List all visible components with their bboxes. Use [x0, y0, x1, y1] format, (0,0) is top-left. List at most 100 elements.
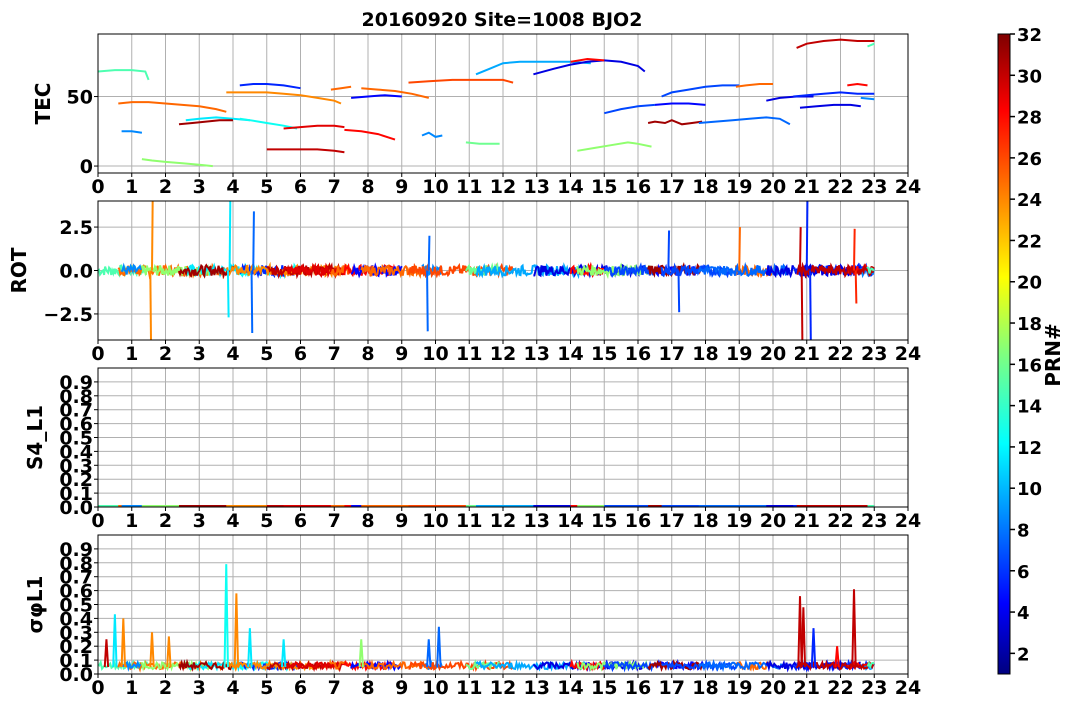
- x-tick-label: 11: [456, 176, 482, 198]
- x-tick-label: 4: [226, 176, 239, 198]
- x-tick-label: 10: [422, 677, 448, 699]
- tec-series-prn-28: [344, 128, 396, 141]
- rot-spike: [800, 270, 804, 340]
- tec-series-prn-25: [735, 83, 773, 88]
- tec-series-prn-31: [647, 119, 703, 126]
- x-tick-label: 6: [294, 510, 307, 532]
- tec-series-prn-28: [847, 82, 868, 87]
- x-tick-label: 9: [395, 677, 408, 699]
- x-tick-label: 16: [625, 510, 651, 532]
- x-tick-label: 9: [395, 343, 408, 365]
- tec-series-prn-6: [239, 83, 301, 90]
- x-tick-label: 19: [726, 343, 752, 365]
- panel-4: 0 1 2 3 4 5 6 7 8 9 10 11 12 13 14 15 16 17 18 19 20 21 22 23 24…: [23, 534, 921, 699]
- rot-spike: [854, 270, 858, 304]
- colorbar-label: PRN#: [1041, 323, 1065, 387]
- x-tick-label: 5: [260, 510, 273, 532]
- colorbar-tick-label: 14: [1017, 397, 1042, 418]
- rot-spike: [677, 270, 681, 313]
- tec-series-prn-15: [867, 42, 875, 48]
- x-tick-label: 14: [557, 176, 583, 198]
- x-tick-label: 23: [861, 343, 887, 365]
- tec-series-prn-17: [577, 141, 652, 152]
- tec-series-prn-25: [118, 101, 227, 113]
- x-tick-label: 12: [490, 510, 516, 532]
- sigma-spike: [103, 639, 110, 668]
- x-tick-label: 12: [490, 176, 516, 198]
- x-tick-label: 18: [692, 510, 718, 532]
- x-tick-label: 22: [827, 176, 853, 198]
- rot-spike: [228, 201, 232, 271]
- tec-series-prn-4: [799, 103, 861, 109]
- tec-series-prn-17: [141, 158, 213, 168]
- panels: 0 1 2 3 4 5 6 7 8 9 10 11 12 13 14 15 16 17 18 19 20 21 22 23 24…: [7, 33, 921, 699]
- y-tick-label: 0.9: [59, 539, 93, 561]
- x-tick-label: 22: [827, 343, 853, 365]
- x-tick-label: 4: [226, 510, 239, 532]
- x-tick-label: 9: [395, 510, 408, 532]
- x-tick-label: 19: [726, 677, 752, 699]
- x-tick-label: 14: [557, 677, 583, 699]
- y-axis-label: S4_L1: [23, 405, 47, 470]
- tec-series-prn-7: [604, 103, 655, 115]
- colorbar: 2468101214161820222426283032PRN#: [997, 25, 1065, 675]
- y-axis-label: TEC: [31, 83, 55, 125]
- x-tick-label: 12: [490, 343, 516, 365]
- colorbar-tick-label: 4: [1017, 603, 1030, 624]
- rot-spike: [738, 227, 741, 271]
- x-tick-label: 3: [193, 176, 206, 198]
- x-tick-label: 13: [524, 176, 550, 198]
- x-tick-label: 17: [659, 510, 685, 532]
- x-tick-label: 23: [861, 510, 887, 532]
- x-tick-label: 1: [125, 343, 138, 365]
- colorbar-tick-label: 22: [1017, 231, 1042, 252]
- colorbar-tick-label: 24: [1017, 190, 1042, 211]
- colorbar-tick-label: 8: [1017, 520, 1030, 541]
- x-tick-label: 19: [726, 510, 752, 532]
- x-tick-label: 11: [456, 343, 482, 365]
- tec-series-prn-9: [421, 131, 443, 138]
- x-tick-label: 8: [361, 176, 374, 198]
- y-tick-label: −2.5: [43, 304, 93, 326]
- x-tick-label: 22: [827, 677, 853, 699]
- x-tick-label: 2: [159, 343, 172, 365]
- y-tick-label: 0.0: [59, 261, 93, 283]
- x-tick-label: 13: [524, 677, 550, 699]
- x-tick-label: 4: [226, 677, 239, 699]
- x-tick-label: 21: [794, 677, 820, 699]
- tec-series-prn-16: [465, 141, 500, 145]
- x-tick-label: 7: [328, 677, 341, 699]
- sigma-spike: [436, 626, 442, 668]
- x-tick-label: 16: [625, 677, 651, 699]
- figure: 20160920 Site=1008 BJO2 0 1 2 3 4 5 6 7 8 9 10 11 12…: [7, 9, 1065, 699]
- tec-series-prn-15: [98, 69, 150, 81]
- tec-series-prn-9: [860, 96, 875, 101]
- tec-series-prn-24: [226, 91, 342, 105]
- tec-series-prn-13: [239, 117, 298, 130]
- colorbar-tick-label: 18: [1017, 314, 1042, 335]
- x-tick-label: 22: [827, 510, 853, 532]
- x-tick-label: 1: [125, 677, 138, 699]
- plot-area: [98, 564, 875, 673]
- rot-spike: [427, 235, 431, 271]
- panel-2: 0 1 2 3 4 5 6 7 8 9 10 11 12 13 14 15 16 17 18 19 20 21 22 23 24…: [7, 200, 921, 365]
- colorbar-tick-label: 2: [1017, 644, 1030, 665]
- sigma-spike: [247, 628, 253, 668]
- sigma-spike: [426, 639, 432, 668]
- x-tick-label: 2: [159, 176, 172, 198]
- x-tick-label: 21: [794, 510, 820, 532]
- x-tick-label: 3: [193, 677, 206, 699]
- plot-area: [98, 201, 875, 340]
- x-tick-label: 6: [294, 176, 307, 198]
- x-tick-label: 24: [895, 510, 921, 532]
- x-tick-label: 21: [794, 343, 820, 365]
- tec-series-prn-26: [408, 78, 514, 84]
- x-tick-label: 6: [294, 343, 307, 365]
- rot-spike: [252, 211, 255, 271]
- x-tick-label: 20: [760, 176, 786, 198]
- rot-spike: [853, 228, 856, 271]
- x-tick-label: 7: [328, 176, 341, 198]
- panel-1: 0 1 2 3 4 5 6 7 8 9 10 11 12 13 14 15 16 17 18 19 20 21 22 23 24…: [31, 33, 921, 198]
- x-tick-label: 11: [456, 677, 482, 699]
- sigma-spike: [800, 607, 807, 668]
